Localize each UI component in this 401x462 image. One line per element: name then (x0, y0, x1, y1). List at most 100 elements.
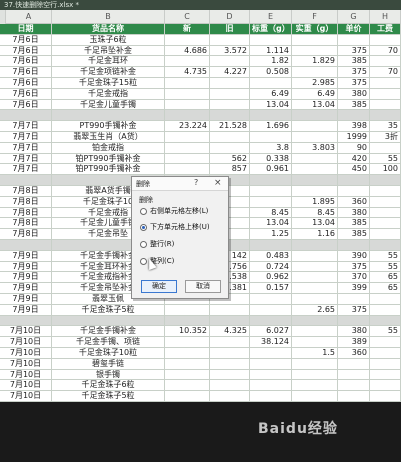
table-cell[interactable] (250, 34, 292, 46)
table-cell[interactable]: 铂金戒指 (52, 142, 165, 154)
table-cell[interactable]: 7月7日 (0, 153, 52, 165)
table-cell[interactable]: 13.04 (250, 218, 292, 230)
radio-shift-up[interactable] (140, 224, 147, 231)
table-cell[interactable]: 0.961 (250, 164, 292, 176)
table-cell[interactable] (370, 110, 401, 122)
table-cell[interactable]: 8.45 (292, 207, 338, 219)
table-cell[interactable]: 7月6日 (0, 34, 52, 46)
table-cell[interactable]: 千足金儿童手镯 (52, 99, 165, 111)
table-cell[interactable]: 398 (338, 121, 370, 132)
table-cell[interactable]: 360 (338, 348, 370, 359)
table-cell[interactable] (370, 358, 401, 370)
table-cell[interactable]: 1.16 (292, 229, 338, 240)
table-row[interactable]: 7月6日 千足金戒指 6.49 6.49 380 (0, 88, 401, 100)
table-cell[interactable] (370, 348, 401, 359)
table-cell[interactable]: 碧玺手链 (52, 358, 165, 370)
table-cell[interactable] (292, 358, 338, 370)
table-cell[interactable]: 35 (370, 121, 401, 132)
radio-entire-row[interactable] (140, 241, 147, 248)
table-cell[interactable]: 翡翠玉生肖（A货） (52, 132, 165, 143)
table-cell[interactable]: 3.803 (292, 142, 338, 154)
table-cell[interactable]: 375 (338, 304, 370, 316)
table-cell[interactable] (250, 369, 292, 381)
table-cell[interactable] (165, 164, 210, 176)
table-cell[interactable]: 1999 (338, 132, 370, 143)
table-cell[interactable]: 13.04 (292, 218, 338, 230)
table-cell[interactable]: 7月6日 (0, 78, 52, 89)
table-cell[interactable]: 6.027 (250, 326, 292, 338)
table-cell[interactable] (165, 132, 210, 143)
table-cell[interactable] (338, 380, 370, 392)
table-cell[interactable]: 3折 (370, 132, 401, 143)
table-cell[interactable]: 3.8 (250, 142, 292, 154)
header-cell[interactable]: 货品名称 (52, 24, 165, 35)
table-cell[interactable] (370, 218, 401, 230)
table-cell[interactable] (292, 261, 338, 273)
empty-row[interactable] (0, 110, 401, 122)
table-cell[interactable]: 389 (338, 337, 370, 348)
table-cell[interactable]: 38.124 (250, 337, 292, 348)
table-row[interactable]: 7月7日 PT990手镯补金 23.224 21.528 1.696 398 35 (0, 121, 401, 132)
table-row[interactable]: 7月10日 千足金珠子10粒 1.5 360 (0, 348, 401, 359)
table-cell[interactable]: 7月10日 (0, 348, 52, 359)
table-cell[interactable]: 7月7日 (0, 164, 52, 176)
table-cell[interactable] (250, 110, 292, 122)
table-cell[interactable]: 千足金珠子15粒 (52, 78, 165, 89)
table-cell[interactable] (292, 391, 338, 402)
table-cell[interactable] (165, 304, 210, 316)
table-cell[interactable] (370, 207, 401, 219)
table-cell[interactable] (210, 56, 250, 68)
table-cell[interactable]: 7月8日 (0, 218, 52, 230)
table-cell[interactable] (370, 175, 401, 186)
table-cell[interactable]: 7月8日 (0, 186, 52, 197)
table-cell[interactable]: 420 (338, 153, 370, 165)
table-cell[interactable] (292, 337, 338, 348)
table-cell[interactable] (338, 391, 370, 402)
table-cell[interactable] (250, 240, 292, 251)
table-cell[interactable] (370, 186, 401, 197)
table-cell[interactable] (250, 348, 292, 359)
help-icon[interactable]: ? (194, 178, 198, 187)
table-cell[interactable]: 1.82 (250, 56, 292, 68)
table-cell[interactable]: 7月6日 (0, 45, 52, 57)
table-cell[interactable]: 562 (210, 153, 250, 165)
table-cell[interactable] (292, 369, 338, 381)
header-cell[interactable]: 实重（g） (292, 24, 338, 35)
table-cell[interactable]: 65 (370, 283, 401, 294)
table-cell[interactable]: 7月6日 (0, 56, 52, 68)
table-cell[interactable] (0, 175, 52, 186)
table-cell[interactable]: 380 (338, 207, 370, 219)
table-cell[interactable]: PT990手镯补金 (52, 121, 165, 132)
table-cell[interactable] (165, 78, 210, 89)
table-cell[interactable] (210, 315, 250, 327)
table-cell[interactable]: 857 (210, 164, 250, 176)
table-cell[interactable]: 4.735 (165, 67, 210, 78)
table-cell[interactable]: 450 (338, 164, 370, 176)
table-cell[interactable] (292, 132, 338, 143)
table-cell[interactable]: 385 (338, 99, 370, 111)
table-cell[interactable] (210, 88, 250, 100)
table-cell[interactable] (370, 142, 401, 154)
table-cell[interactable] (292, 34, 338, 46)
cancel-button[interactable]: 取消 (185, 280, 221, 293)
table-row[interactable]: 7月10日 千足金手镯、项链 38.124 389 (0, 337, 401, 348)
table-cell[interactable] (338, 369, 370, 381)
radio-shift-left[interactable] (140, 208, 147, 215)
table-cell[interactable]: 385 (338, 229, 370, 240)
table-cell[interactable]: 千足金珠子5粒 (52, 391, 165, 402)
table-cell[interactable] (210, 391, 250, 402)
column-header-a[interactable]: A (6, 10, 52, 24)
table-cell[interactable]: 千足金珠子5粒 (52, 304, 165, 316)
table-cell[interactable] (370, 99, 401, 111)
table-cell[interactable]: 4.686 (165, 45, 210, 57)
table-cell[interactable] (338, 358, 370, 370)
table-cell[interactable] (165, 88, 210, 100)
table-cell[interactable]: 1.25 (250, 229, 292, 240)
table-cell[interactable]: 7月10日 (0, 391, 52, 402)
table-cell[interactable] (338, 240, 370, 251)
table-cell[interactable]: 70 (370, 67, 401, 78)
table-cell[interactable]: 千足吊坠补金 (52, 45, 165, 57)
table-cell[interactable]: 7月8日 (0, 229, 52, 240)
table-cell[interactable] (370, 34, 401, 46)
table-cell[interactable]: 370 (338, 272, 370, 284)
